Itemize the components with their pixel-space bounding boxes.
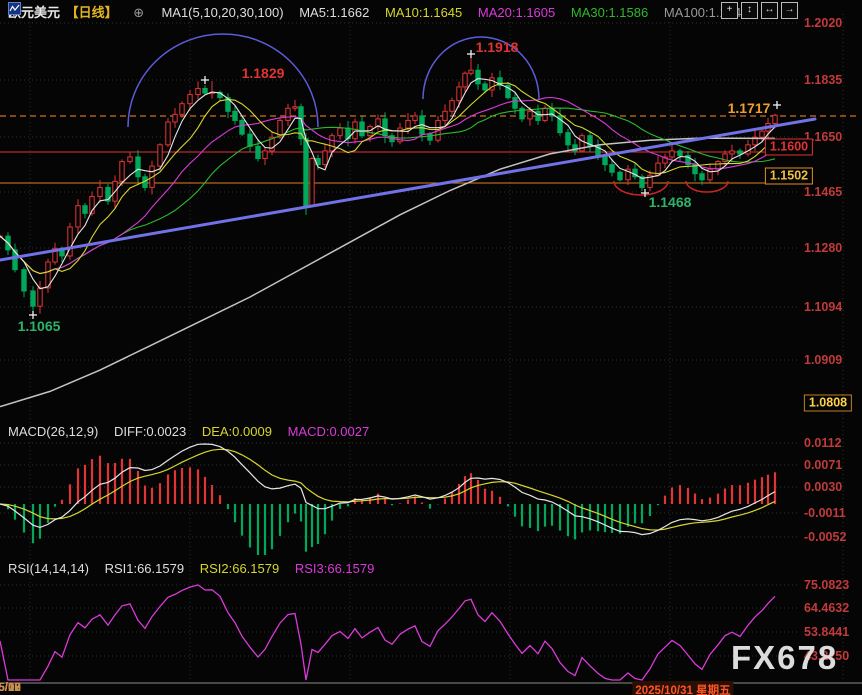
rsi-settings-label: RSI(14,14,14) bbox=[8, 561, 89, 576]
level-1-0808-tag: 1.0808 bbox=[803, 394, 853, 412]
y-axis-label: 64.4632 bbox=[804, 601, 850, 615]
rsi3-value: RSI3:66.1579 bbox=[294, 561, 375, 576]
y-axis-label: 0.0112 bbox=[804, 436, 842, 450]
watermark-text: FX678 bbox=[731, 639, 839, 676]
macd-dea-value: DEA:0.0009 bbox=[201, 424, 272, 439]
x-axis-label: 2025/12 bbox=[0, 682, 21, 694]
y-axis-label: 0.0071 bbox=[804, 458, 843, 472]
extreme-marks bbox=[29, 50, 781, 319]
y-axis-label: 1.2020 bbox=[804, 16, 843, 30]
y-axis-label: 1.1835 bbox=[804, 73, 843, 87]
low-2-price-label: 1.1468 bbox=[648, 194, 692, 210]
low-1-price-label: 1.1065 bbox=[17, 318, 61, 334]
y-axis-label: 75.0823 bbox=[804, 578, 850, 592]
y-axis-label: 53.8441 bbox=[804, 625, 850, 639]
candlesticks bbox=[0, 54, 778, 314]
x-axis-scale-button[interactable]: ↔ bbox=[761, 2, 778, 19]
crosshair-date-label: 2025/10/31 星期五 bbox=[632, 681, 734, 695]
macd-settings-label: MACD(26,12,9) bbox=[8, 424, 99, 439]
y-axis-label: 1.1094 bbox=[804, 300, 843, 314]
macd-diff-value: DIFF:0.0023 bbox=[113, 424, 187, 439]
current-price-label: 1.1717 bbox=[727, 100, 771, 116]
main-chart-header: 欧元美元 【日线】 ⊕ MA1(5,10,20,30,100) MA5:1.16… bbox=[8, 2, 760, 21]
macd-panel-header: MACD(26,12,9) DIFF:0.0023 DEA:0.0009 MAC… bbox=[8, 424, 381, 439]
level-1-1502-tag: 1.1502 bbox=[764, 167, 814, 185]
ma5-value: MA5:1.1662 bbox=[299, 5, 370, 20]
y-axis-label: 1.1280 bbox=[804, 241, 843, 255]
crosshair-toggle-icon[interactable]: ⊕ bbox=[133, 5, 144, 20]
pan-tool-button[interactable]: + bbox=[721, 2, 738, 19]
peak-1-price-label: 1.1829 bbox=[241, 65, 285, 81]
y-axis-label: 1.1465 bbox=[804, 185, 843, 199]
y-axis-label: -0.0011 bbox=[804, 506, 846, 520]
peak-2-price-label: 1.1918 bbox=[475, 39, 519, 55]
shift-right-button[interactable]: → bbox=[781, 2, 798, 19]
y-axis-label: 0.0030 bbox=[804, 480, 843, 494]
trading-chart-app: 欧元美元 【日线】 ⊕ MA1(5,10,20,30,100) MA5:1.16… bbox=[0, 0, 862, 695]
y-axis-label: -0.0052 bbox=[804, 530, 847, 544]
chart-toolbar: + ↕ ↔ → bbox=[718, 2, 798, 19]
price-level-lines bbox=[0, 115, 860, 184]
y-axis-label: 1.0909 bbox=[804, 353, 843, 367]
macd-panel bbox=[0, 443, 777, 555]
period-label: 【日线】 bbox=[65, 5, 118, 20]
annotation-arcs bbox=[127, 33, 729, 196]
rsi1-value: RSI1:66.1579 bbox=[104, 561, 185, 576]
ma20-value: MA20:1.1605 bbox=[477, 5, 556, 20]
macd-macd-value: MACD:0.0027 bbox=[287, 424, 370, 439]
rsi2-value: RSI2:66.1579 bbox=[199, 561, 280, 576]
ma30-value: MA30:1.1586 bbox=[570, 5, 649, 20]
ma-settings-label: MA1(5,10,20,30,100) bbox=[161, 5, 284, 20]
level-1-1600-tag: 1.1600 bbox=[764, 138, 814, 156]
y-axis-scale-button[interactable]: ↕ bbox=[741, 2, 758, 19]
rsi-panel-header: RSI(14,14,14) RSI1:66.1579 RSI2:66.1579 … bbox=[8, 561, 386, 576]
ma10-value: MA10:1.1645 bbox=[384, 5, 463, 20]
